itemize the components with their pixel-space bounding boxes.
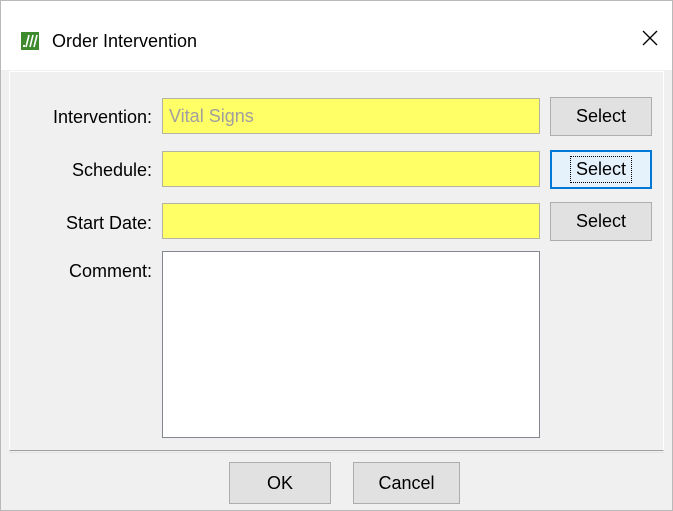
ok-button-label: OK [266, 472, 293, 493]
window-title: Order Intervention [52, 31, 198, 51]
schedule-select-label: Select [569, 156, 633, 183]
schedule-field[interactable] [162, 151, 540, 187]
ok-button[interactable]: OK [229, 462, 331, 504]
schedule-select-button[interactable]: Select [550, 150, 652, 189]
schedule-label: Schedule: [71, 160, 152, 180]
comment-textarea[interactable] [162, 251, 540, 438]
order-intervention-dialog: Order Intervention Intervention: Select … [0, 0, 673, 511]
start-date-label: Start Date: [65, 213, 152, 233]
title-bar: Order Intervention [1, 1, 672, 70]
cancel-button-label: Cancel [378, 472, 435, 493]
intervention-select-label: Select [575, 106, 627, 126]
intervention-label: Intervention: [52, 107, 152, 127]
start-date-select-label: Select [575, 211, 627, 231]
intervention-field[interactable] [162, 98, 540, 134]
app-logo-icon [21, 32, 39, 50]
comment-label: Comment: [68, 261, 152, 281]
start-date-select-button[interactable]: Select [550, 202, 652, 241]
intervention-select-button[interactable]: Select [550, 97, 652, 136]
close-icon [642, 30, 658, 51]
close-button[interactable] [628, 19, 672, 61]
start-date-field[interactable] [162, 203, 540, 239]
cancel-button[interactable]: Cancel [353, 462, 460, 504]
